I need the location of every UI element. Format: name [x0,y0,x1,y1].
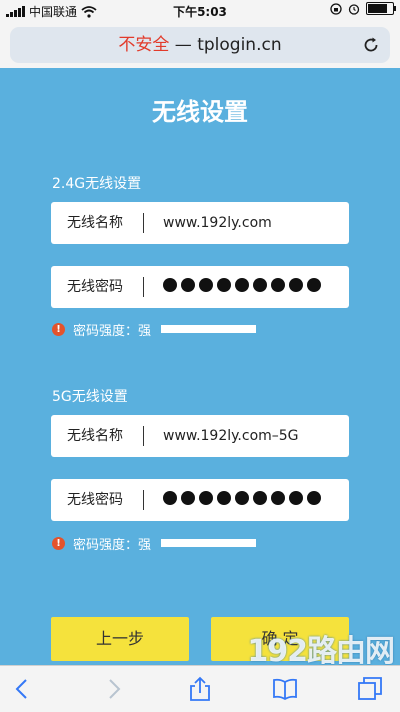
password-input[interactable] [163,278,321,292]
tabs-icon[interactable] [357,676,383,702]
back-icon[interactable] [10,676,36,702]
address-dash: — [174,35,192,55]
ssid-field-2g[interactable]: 无线名称 www.192ly.com [51,202,349,244]
strength-bar [161,325,257,333]
password-label: 无线密码 [67,279,123,295]
field-divider [143,490,144,510]
section-title-5g: 5G无线设置 [52,389,128,405]
forward-icon[interactable] [100,676,126,702]
browser-address-area: 不安全 — tplogin.cn [0,22,400,68]
prev-button[interactable]: 上一步 [51,617,189,661]
password-mask-dot [253,278,267,292]
page-title: 无线设置 [152,98,248,126]
reload-icon[interactable] [362,36,380,54]
password-mask-dot [217,278,231,292]
book-icon[interactable] [272,676,298,702]
password-strength-5g: ! 密码强度：强 [52,535,257,553]
password-mask-dot [181,491,195,505]
password-mask-dot [307,491,321,505]
password-mask-dot [163,491,177,505]
password-mask-dot [307,278,321,292]
watermark-logo: 192路由网 [247,634,395,669]
ssid-input[interactable]: www.192ly.com [163,202,272,244]
orientation-lock-icon [330,2,342,15]
password-mask-dot [271,491,285,505]
share-icon[interactable] [187,676,213,702]
password-mask-dot [271,278,285,292]
field-divider [143,426,144,446]
address-bar[interactable]: 不安全 — tplogin.cn [10,27,390,63]
password-mask-dot [163,278,177,292]
ssid-field-5g[interactable]: 无线名称 www.192ly.com–5G [51,415,349,457]
insecure-label: 不安全 [118,35,170,55]
warning-icon: ! [52,322,65,336]
status-bar: 中国联通 下午5:03 [0,0,400,22]
strength-text: 密码强度：强 [73,323,152,339]
address-domain: tplogin.cn [197,35,282,55]
password-mask-dot [253,491,267,505]
password-label: 无线密码 [67,492,123,508]
field-divider [143,277,144,297]
password-mask-dot [199,278,213,292]
battery-fill [368,4,387,13]
strength-bar [161,539,257,547]
section-title-2g: 2.4G无线设置 [52,176,142,192]
password-mask-dot [181,278,195,292]
password-mask-dot [199,491,213,505]
password-mask-dot [235,278,249,292]
password-strength-2g: ! 密码强度：强 [52,321,257,339]
password-field-5g[interactable]: 无线密码 [51,479,349,521]
password-mask-dot [289,278,303,292]
password-mask-dot [235,491,249,505]
password-input[interactable] [163,491,321,505]
strength-text: 密码强度：强 [73,537,152,553]
ssid-label: 无线名称 [67,215,123,231]
password-field-2g[interactable]: 无线密码 [51,266,349,308]
warning-icon: ! [52,536,65,550]
browser-toolbar [0,665,400,712]
password-mask-dot [217,491,231,505]
password-mask-dot [289,491,303,505]
field-divider [143,213,144,233]
battery-icon [366,2,396,15]
ssid-label: 无线名称 [67,428,123,444]
ssid-input[interactable]: www.192ly.com–5G [163,415,299,457]
status-right [330,2,396,15]
alarm-icon [348,3,360,15]
